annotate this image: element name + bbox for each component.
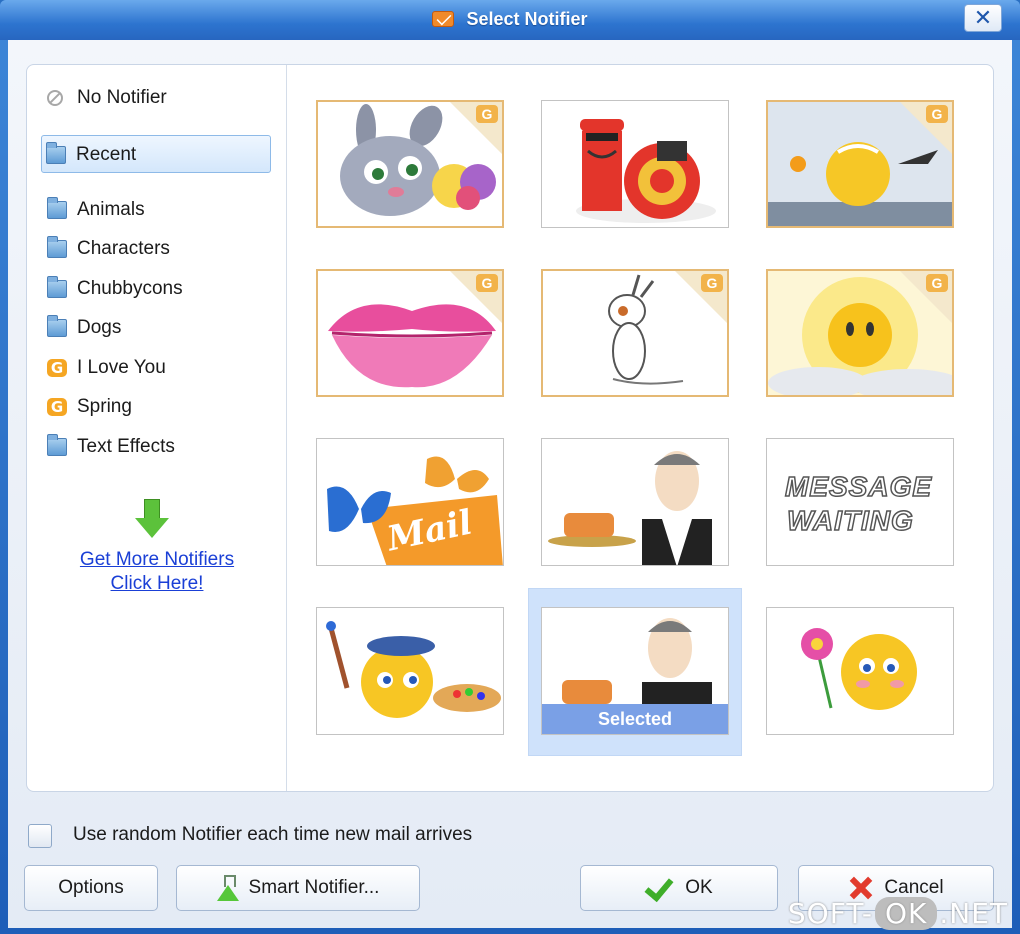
select-notifier-window: Select Notifier ✕ No Notifier Recent Ani…	[0, 0, 1020, 934]
notifier-tile-snail[interactable]	[541, 100, 729, 228]
dialog-client: No Notifier Recent Animals Characters Ch…	[8, 40, 1012, 928]
folder-icon	[47, 197, 67, 219]
random-notifier-row: Use random Notifier each time new mail a…	[28, 822, 728, 850]
notifier-tile-sun[interactable]: G	[766, 269, 954, 397]
gold-badge-icon: G	[476, 105, 498, 123]
selected-label: Selected	[542, 704, 728, 734]
gold-badge-icon: G	[926, 274, 948, 292]
racing-snail-image	[576, 119, 716, 223]
click-here-link[interactable]: Click Here!	[27, 573, 287, 595]
window-title: Select Notifier	[0, 9, 1020, 30]
checkmark-icon	[645, 876, 675, 900]
download-arrow-icon	[135, 499, 169, 539]
notifier-tile-painter[interactable]	[316, 607, 504, 735]
butler-with-letter-image	[548, 451, 712, 565]
category-animals[interactable]: Animals	[43, 191, 271, 229]
folder-icon	[47, 434, 67, 456]
notifier-tile-rabbit[interactable]: G	[541, 269, 729, 397]
mail-envelope-icon	[432, 11, 455, 27]
category-no-notifier[interactable]: No Notifier	[43, 79, 271, 117]
no-entry-icon	[47, 90, 63, 106]
category-characters[interactable]: Characters	[43, 230, 271, 268]
options-button[interactable]: Options	[24, 865, 158, 911]
g-icon: G	[47, 398, 67, 416]
close-button[interactable]: ✕	[964, 4, 1002, 32]
smart-notifier-button[interactable]: Smart Notifier...	[176, 865, 420, 911]
flask-icon	[216, 874, 239, 901]
category-spring[interactable]: G Spring	[43, 388, 271, 426]
category-chubbycons[interactable]: Chubbycons	[43, 270, 271, 308]
category-recent[interactable]: Recent	[41, 135, 271, 173]
folder-icon	[46, 142, 66, 164]
folder-icon	[47, 276, 67, 298]
gold-badge-icon: G	[701, 274, 723, 292]
notifier-tile-butterfly-mail[interactable]: Mail	[316, 438, 504, 566]
category-sidebar: No Notifier Recent Animals Characters Ch…	[27, 65, 287, 791]
category-text-effects[interactable]: Text Effects	[43, 428, 271, 466]
category-dogs[interactable]: Dogs	[43, 309, 271, 347]
notifier-tile-flower-smiley[interactable]	[766, 607, 954, 735]
get-more-notifiers-link[interactable]: Get More Notifiers	[27, 549, 287, 571]
category-i-love-you[interactable]: G I Love You	[43, 349, 271, 387]
notifier-grid: G G G G G Mail MESSAGE WAITING Selected	[296, 100, 996, 780]
notifier-tile-butler[interactable]	[541, 438, 729, 566]
notifier-tile-lips[interactable]: G	[316, 269, 504, 397]
notifier-tile-bunny[interactable]: G	[316, 100, 504, 228]
title-bar[interactable]: Select Notifier ✕	[0, 0, 1020, 40]
painter-smiley-image	[326, 621, 501, 718]
smiley-with-flower-image	[801, 628, 917, 710]
waiting-text: WAITING	[786, 504, 914, 537]
g-icon: G	[47, 359, 67, 377]
gold-badge-icon: G	[476, 274, 498, 292]
selected-tile-highlight: Selected	[528, 588, 742, 756]
notifier-tile-rain-sun[interactable]: G	[766, 100, 954, 228]
random-notifier-checkbox[interactable]	[28, 824, 52, 848]
gold-badge-icon: G	[926, 105, 948, 123]
watermark: SOFT- OK .NET	[787, 897, 1008, 930]
message-text: MESSAGE	[784, 470, 933, 503]
ok-button[interactable]: OK	[580, 865, 778, 911]
folder-icon	[47, 236, 67, 258]
random-notifier-label: Use random Notifier each time new mail a…	[73, 824, 473, 845]
notifier-tile-message-waiting[interactable]: MESSAGE WAITING	[766, 438, 954, 566]
folder-icon	[47, 315, 67, 337]
notifier-tile-butler-selected[interactable]: Selected	[541, 607, 729, 735]
